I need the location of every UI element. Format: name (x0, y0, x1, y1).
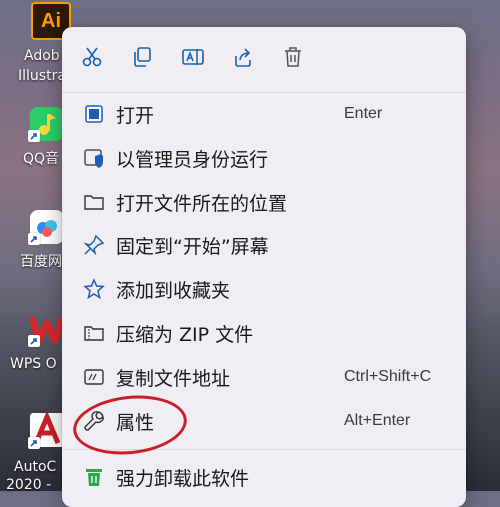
star-icon (82, 277, 106, 301)
delete-button[interactable] (279, 43, 307, 71)
copy-button[interactable] (128, 43, 156, 71)
menu-item-pin-to-start[interactable]: 固定到“开始”屏幕 (70, 225, 458, 265)
separator (62, 92, 466, 93)
desktop-label: QQ音 (23, 151, 60, 167)
shortcut-arrow-icon (28, 233, 40, 245)
menu-item-compress-zip[interactable]: 压缩为 ZIP 文件 (70, 313, 458, 353)
uninstall-trash-icon (82, 465, 106, 489)
menu-item-label: 添加到收藏夹 (116, 279, 231, 302)
shortcut-arrow-icon (28, 437, 40, 449)
menu-item-label: 以管理员身份运行 (116, 148, 269, 171)
copy-path-icon (82, 365, 106, 389)
menu-item-label: 复制文件地址 (116, 367, 231, 390)
menu-item-open[interactable]: 打开 Enter (70, 94, 458, 134)
desktop-label: WPS O (10, 356, 57, 372)
menu-item-shortcut: Enter (344, 105, 383, 122)
open-icon (82, 102, 106, 126)
context-menu-toolbar (62, 27, 466, 87)
menu-item-open-file-location[interactable]: 打开文件所在的位置 (70, 182, 458, 222)
shortcut-arrow-icon (28, 335, 40, 347)
menu-item-copy-path[interactable]: 复制文件地址 Ctrl+Shift+C (70, 357, 458, 397)
menu-item-force-uninstall[interactable]: 强力卸载此软件 (70, 457, 458, 497)
menu-item-label: 强力卸载此软件 (116, 467, 250, 490)
rename-icon (182, 49, 204, 65)
desktop-label: Adob (24, 48, 60, 64)
menu-item-label: 压缩为 ZIP 文件 (116, 323, 254, 346)
desktop-label: Illustra (18, 68, 66, 84)
menu-item-shortcut: Ctrl+Shift+C (344, 368, 432, 385)
music-note-icon (37, 111, 57, 137)
cut-button[interactable] (78, 43, 106, 71)
shortcut-arrow-icon (28, 130, 40, 142)
admin-shield-icon (82, 146, 106, 170)
copy-icon (134, 47, 151, 67)
menu-item-run-as-admin[interactable]: 以管理员身份运行 (70, 138, 458, 178)
rename-button[interactable] (179, 43, 207, 71)
desktop-label: AutoC (14, 459, 57, 475)
menu-item-label: 打开 (116, 104, 155, 127)
zip-folder-icon (82, 321, 106, 345)
desktop-label: 百度网 (20, 254, 62, 270)
pin-icon (82, 233, 106, 257)
menu-item-label: 固定到“开始”屏幕 (116, 235, 269, 258)
menu-item-shortcut: Alt+Enter (344, 412, 411, 429)
delete-icon (285, 47, 301, 67)
share-icon (235, 48, 251, 67)
menu-item-label: 打开文件所在的位置 (116, 192, 288, 215)
cut-icon (82, 47, 102, 67)
folder-icon (82, 190, 106, 214)
desktop-label: 2020 - (6, 477, 52, 493)
share-button[interactable] (229, 43, 257, 71)
menu-item-add-to-favorites[interactable]: 添加到收藏夹 (70, 269, 458, 309)
